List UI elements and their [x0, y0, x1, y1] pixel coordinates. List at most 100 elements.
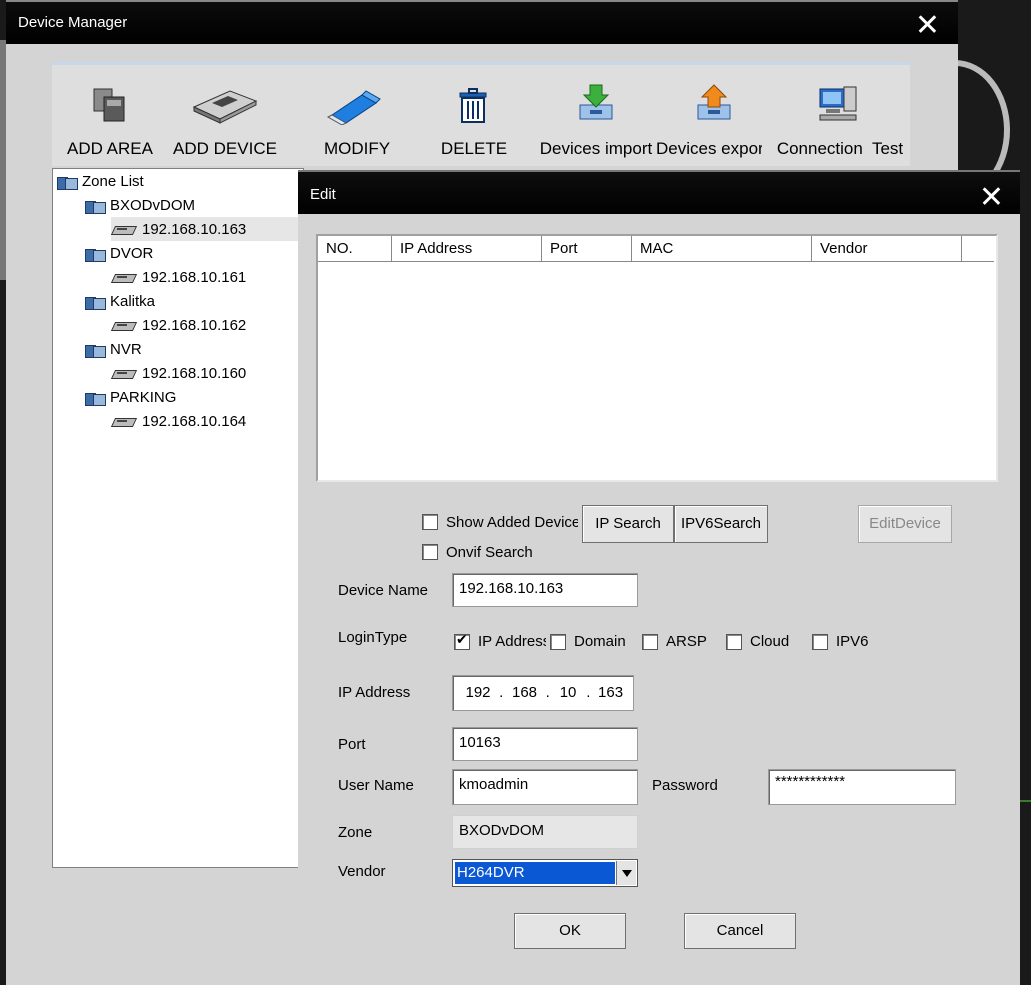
ip-octet-1[interactable]: 192	[461, 676, 495, 710]
zone-tree[interactable]: Zone List BXODvDOM 192.168.10.163 DVOR 1…	[52, 168, 304, 868]
login-cloud-checkbox[interactable]	[726, 634, 742, 650]
grid-col-mac[interactable]: MAC	[632, 236, 812, 262]
login-ipv6-checkbox[interactable]	[812, 634, 828, 650]
grid-col-port[interactable]: Port	[542, 236, 632, 262]
login-cloud-label: Cloud	[750, 633, 790, 650]
device-icon	[111, 224, 137, 236]
login-domain-label: Domain	[574, 633, 626, 650]
devices-export-button[interactable]: Devices export	[656, 81, 770, 167]
ip-octet-2[interactable]: 168	[508, 676, 542, 710]
edit-titlebar[interactable]: Edit ✕	[298, 170, 1020, 215]
tree-device-item[interactable]: 192.168.10.163	[111, 219, 246, 241]
tree-zone-item[interactable]: BXODvDOM	[85, 195, 195, 217]
onvif-search-checkbox[interactable]	[422, 544, 438, 560]
folder-icon	[57, 175, 78, 191]
add-area-label: ADD AREA	[67, 139, 153, 158]
ok-button[interactable]: OK	[514, 913, 626, 949]
add-area-button[interactable]: ADD AREA	[60, 81, 160, 167]
delete-button[interactable]: DELETE	[422, 81, 526, 167]
login-type-label: LoginType	[338, 629, 408, 646]
tree-root-zone-list[interactable]: Zone List	[57, 171, 144, 193]
folder-icon	[85, 295, 106, 311]
grid-header: NO. IP Address Port MAC Vendor	[318, 236, 994, 262]
user-name-label: User Name	[338, 777, 414, 794]
folder-icon	[85, 391, 106, 407]
login-ip-label: IP Address	[478, 633, 546, 650]
ip-search-button[interactable]: IP Search	[582, 505, 674, 543]
zone-label: Zone	[338, 824, 373, 841]
modify-button[interactable]: MODIFY	[302, 81, 412, 167]
folder-icon	[85, 199, 106, 215]
show-added-device-label: Show Added Device	[446, 514, 578, 531]
devices-import-label: Devices import	[539, 139, 653, 158]
login-arsp-checkbox[interactable]	[642, 634, 658, 650]
trash-icon	[422, 81, 526, 129]
tree-zone-item[interactable]: PARKING	[85, 387, 176, 409]
ipv6-search-button[interactable]: IPV6Search	[674, 505, 768, 543]
devices-import-button[interactable]: Devices import	[536, 81, 656, 167]
edit-title: Edit	[310, 186, 336, 203]
vendor-label: Vendor	[338, 863, 386, 880]
password-label: Password	[652, 777, 718, 794]
add-device-icon	[170, 81, 280, 129]
tree-zone-item[interactable]: DVOR	[85, 243, 153, 265]
vendor-select[interactable]: H264DVR	[452, 859, 638, 887]
grid-col-spacer	[962, 236, 994, 262]
import-icon	[536, 81, 656, 129]
port-input[interactable]: 10163	[452, 727, 638, 761]
ip-octet-4[interactable]: 163	[595, 676, 627, 710]
add-device-button[interactable]: ADD DEVICE	[170, 81, 280, 167]
login-arsp-label: ARSP	[666, 633, 707, 650]
edit-device-button[interactable]: EditDevice	[858, 505, 952, 543]
device-manager-title: Device Manager	[18, 14, 128, 31]
device-name-input[interactable]: 192.168.10.163	[452, 573, 638, 607]
show-added-device-checkbox[interactable]	[422, 514, 438, 530]
device-icon	[111, 320, 137, 332]
password-input[interactable]: ************	[768, 769, 956, 805]
tree-zone-item[interactable]: NVR	[85, 339, 142, 361]
close-icon[interactable]: ✕	[979, 180, 1004, 215]
folder-icon	[85, 343, 106, 359]
device-name-label: Device Name	[338, 582, 429, 599]
modify-icon	[302, 81, 412, 129]
tree-device-item[interactable]: 192.168.10.162	[111, 315, 246, 337]
login-ipv6-label: IPV6	[836, 633, 869, 650]
port-label: Port	[338, 736, 366, 753]
zone-field: BXODvDOM	[452, 815, 638, 849]
tree-device-item[interactable]: 192.168.10.161	[111, 267, 246, 289]
modify-label: MODIFY	[323, 139, 391, 158]
user-name-input[interactable]: kmoadmin	[452, 769, 638, 805]
chevron-down-icon[interactable]	[616, 861, 636, 885]
delete-label: DELETE	[440, 139, 508, 158]
tree-zone-item[interactable]: Kalitka	[85, 291, 155, 313]
add-device-label: ADD DEVICE	[173, 139, 277, 158]
folder-icon	[85, 247, 106, 263]
close-icon[interactable]: ✕	[915, 8, 940, 43]
grid-col-no[interactable]: NO.	[318, 236, 392, 262]
cancel-button[interactable]: Cancel	[684, 913, 796, 949]
export-icon	[656, 81, 770, 129]
vendor-selected-value: H264DVR	[455, 862, 615, 884]
search-results-grid[interactable]: NO. IP Address Port MAC Vendor	[316, 234, 998, 482]
ip-address-label: IP Address	[338, 684, 411, 701]
edit-dialog: Edit ✕ NO. IP Address Port MAC Vendor Sh…	[298, 170, 1020, 985]
add-area-icon	[60, 81, 160, 129]
toolbar: ADD AREA ADD DEVICE MODIFY DELETE Device…	[52, 62, 910, 166]
device-icon	[111, 416, 137, 428]
connection-test-button[interactable]: Connection Test	[770, 81, 910, 167]
devices-export-label: Devices export	[656, 139, 762, 158]
connection-test-label: Connection Test	[776, 139, 904, 158]
connection-test-icon	[770, 81, 910, 129]
ip-octet-3[interactable]: 10	[554, 676, 582, 710]
device-icon	[111, 272, 137, 284]
device-icon	[111, 368, 137, 380]
tree-device-item[interactable]: 192.168.10.160	[111, 363, 246, 385]
ip-address-input[interactable]: 192 . 168 . 10 . 163	[452, 675, 634, 711]
device-manager-titlebar[interactable]: Device Manager ✕	[6, 0, 958, 44]
onvif-search-label: Onvif Search	[446, 544, 533, 561]
login-ip-checkbox[interactable]	[454, 632, 470, 650]
grid-col-ip[interactable]: IP Address	[392, 236, 542, 262]
grid-col-vendor[interactable]: Vendor	[812, 236, 962, 262]
tree-device-item[interactable]: 192.168.10.164	[111, 411, 246, 433]
login-domain-checkbox[interactable]	[550, 634, 566, 650]
